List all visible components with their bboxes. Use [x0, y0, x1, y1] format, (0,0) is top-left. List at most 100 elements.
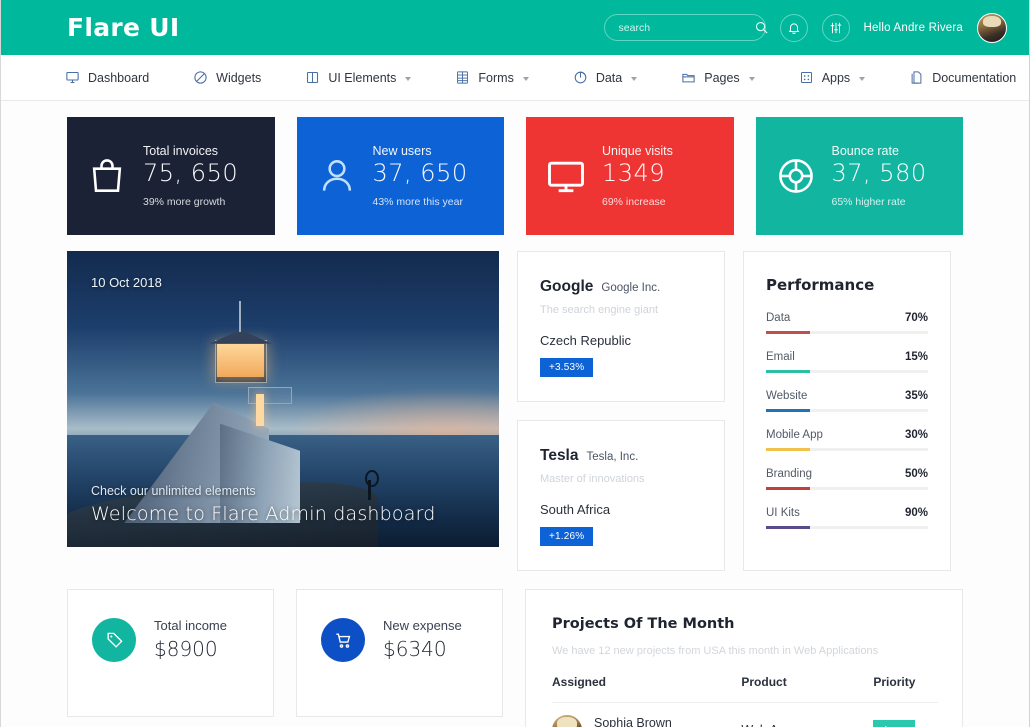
company-heading: Google Google Inc. — [540, 278, 702, 296]
performance-title: Performance — [766, 276, 875, 294]
company-card-tesla[interactable]: Tesla Tesla, Inc. Master of innovations … — [517, 420, 725, 571]
projects-of-the-month-card: Projects Of The Month We have 12 new pro… — [525, 589, 963, 727]
nav-label: Apps — [821, 70, 851, 85]
performance-item: UI Kits 90% — [766, 507, 928, 529]
settings-button[interactable] — [821, 13, 850, 42]
column-header-product[interactable]: Product — [741, 675, 874, 703]
chevron-down-icon — [522, 76, 529, 81]
lighthouse-mast — [239, 300, 241, 332]
avatar[interactable] — [977, 12, 1007, 43]
stat-card-bounce-rate[interactable]: Bounce rate 37, 580 65% higher rate — [755, 117, 963, 235]
lighthouse-light-glow — [217, 343, 264, 377]
company-card-google[interactable]: Google Google Inc. The search engine gia… — [517, 251, 725, 402]
stat-card-new-users[interactable]: New users 37, 650 43% more this year — [296, 117, 504, 235]
performance-item-head: Website 35% — [766, 390, 928, 402]
nav-item-widgets[interactable]: Widgets — [193, 70, 261, 85]
cell-priority: Low — [873, 703, 938, 727]
performance-percent: 50% — [904, 468, 928, 480]
folder-icon — [682, 73, 695, 83]
performance-label: Website — [766, 390, 808, 402]
performance-track — [766, 370, 928, 373]
status-badge: Low — [873, 720, 916, 727]
stat-card-unique-visits[interactable]: Unique visits 1349 69% increase — [526, 117, 734, 235]
brand-logo[interactable]: Flare UI — [67, 13, 180, 42]
nav-item-apps[interactable]: Apps — [799, 70, 866, 85]
bottom-row: Total income $8900 New expense $6340 Pro… — [67, 589, 963, 727]
search-box[interactable] — [603, 14, 769, 41]
performance-item: Data 70% — [766, 312, 928, 334]
company-cards-column: Google Google Inc. The search engine gia… — [517, 251, 725, 571]
projects-table: Assigned Product Priority Sophia BrownPr… — [552, 675, 938, 727]
performance-track — [766, 487, 928, 490]
nav-item-forms[interactable]: Forms — [455, 70, 529, 85]
shopping-bag-icon — [92, 159, 122, 192]
hero-title: Welcome to Flare Admin dashboard — [91, 503, 436, 525]
performance-fill — [766, 526, 810, 529]
nav-item-documentation[interactable]: Documentation — [909, 70, 1016, 85]
lighthouse-roof — [209, 329, 272, 344]
performance-track — [766, 448, 928, 451]
new-expense-card[interactable]: New expense $6340 — [296, 589, 503, 717]
table-row[interactable]: Sophia BrownProduct DesignerWeb App Low — [552, 703, 938, 727]
performance-label: Branding — [766, 468, 813, 480]
performance-label: UI Kits — [766, 507, 800, 519]
hero-banner-card[interactable]: 10 Oct 2018 Check our unlimited elements… — [67, 251, 499, 547]
stat-title: New users — [372, 143, 432, 158]
tag-icon — [106, 632, 123, 648]
performance-fill — [766, 487, 810, 490]
cart-icon — [335, 632, 350, 648]
projects-title: Projects Of The Month — [552, 616, 735, 632]
hero-kicker: Check our unlimited elements — [91, 484, 256, 498]
performance-item: Mobile App 30% — [766, 429, 928, 451]
total-income-card[interactable]: Total income $8900 — [67, 589, 274, 717]
performance-item-head: UI Kits 90% — [766, 507, 928, 519]
money-title: New expense — [383, 618, 462, 633]
performance-fill — [766, 331, 810, 334]
performance-label: Data — [766, 312, 791, 324]
mid-row: 10 Oct 2018 Check our unlimited elements… — [67, 251, 963, 571]
company-change-badge: +3.53% — [540, 358, 594, 377]
main-nav: Dashboard Widgets UI Elements Forms Data… — [1, 55, 1029, 101]
nav-item-dashboard[interactable]: Dashboard — [65, 70, 149, 85]
sliders-icon — [830, 22, 841, 33]
stat-value: 1349 — [602, 158, 666, 187]
performance-label: Email — [766, 351, 795, 363]
performance-percent: 30% — [904, 429, 928, 441]
nav-item-ui-elements[interactable]: UI Elements — [305, 70, 412, 85]
performance-track — [766, 331, 928, 334]
nav-item-pages[interactable]: Pages — [681, 70, 755, 85]
stat-value: 75, 650 — [143, 158, 239, 187]
company-country: Czech Republic — [540, 333, 632, 348]
search-input[interactable] — [618, 21, 754, 34]
stat-title: Unique visits — [602, 143, 673, 158]
company-name: Google — [540, 278, 594, 295]
performance-fill — [766, 448, 810, 451]
search-icon[interactable] — [754, 20, 769, 35]
cell-product: Web App — [741, 703, 873, 727]
lighthouse-railing — [248, 386, 293, 405]
no-entry-icon — [194, 71, 207, 84]
stats-row: Total invoices 75, 650 39% more growth N… — [67, 117, 963, 235]
performance-percent: 35% — [904, 390, 928, 402]
stat-title: Total invoices — [143, 143, 219, 158]
column-header-assigned[interactable]: Assigned — [552, 675, 742, 703]
product-name: Web App — [741, 723, 792, 727]
stat-subtitle: 69% increase — [602, 196, 666, 209]
nav-label: Dashboard — [88, 70, 150, 85]
stat-subtitle: 39% more growth — [143, 196, 226, 209]
money-title: Total income — [154, 618, 227, 633]
documents-icon — [911, 71, 922, 84]
form-grid-icon — [457, 71, 469, 84]
stat-card-total-invoices[interactable]: Total invoices 75, 650 39% more growth — [67, 117, 275, 235]
pie-chart-icon — [574, 71, 587, 84]
nav-item-data[interactable]: Data — [573, 70, 638, 85]
column-header-priority[interactable]: Priority — [873, 675, 938, 703]
performance-list: Data 70% Email 15% Website 35% Mobile App 30% Br… — [766, 312, 928, 529]
bell-icon — [788, 22, 799, 34]
performance-percent: 70% — [904, 312, 928, 324]
projects-subtitle: We have 12 new projects from USA this mo… — [552, 645, 879, 657]
performance-percent: 15% — [904, 351, 928, 363]
performance-track — [766, 409, 928, 412]
notifications-button[interactable] — [779, 13, 808, 42]
tag-icon-circle — [92, 618, 136, 662]
